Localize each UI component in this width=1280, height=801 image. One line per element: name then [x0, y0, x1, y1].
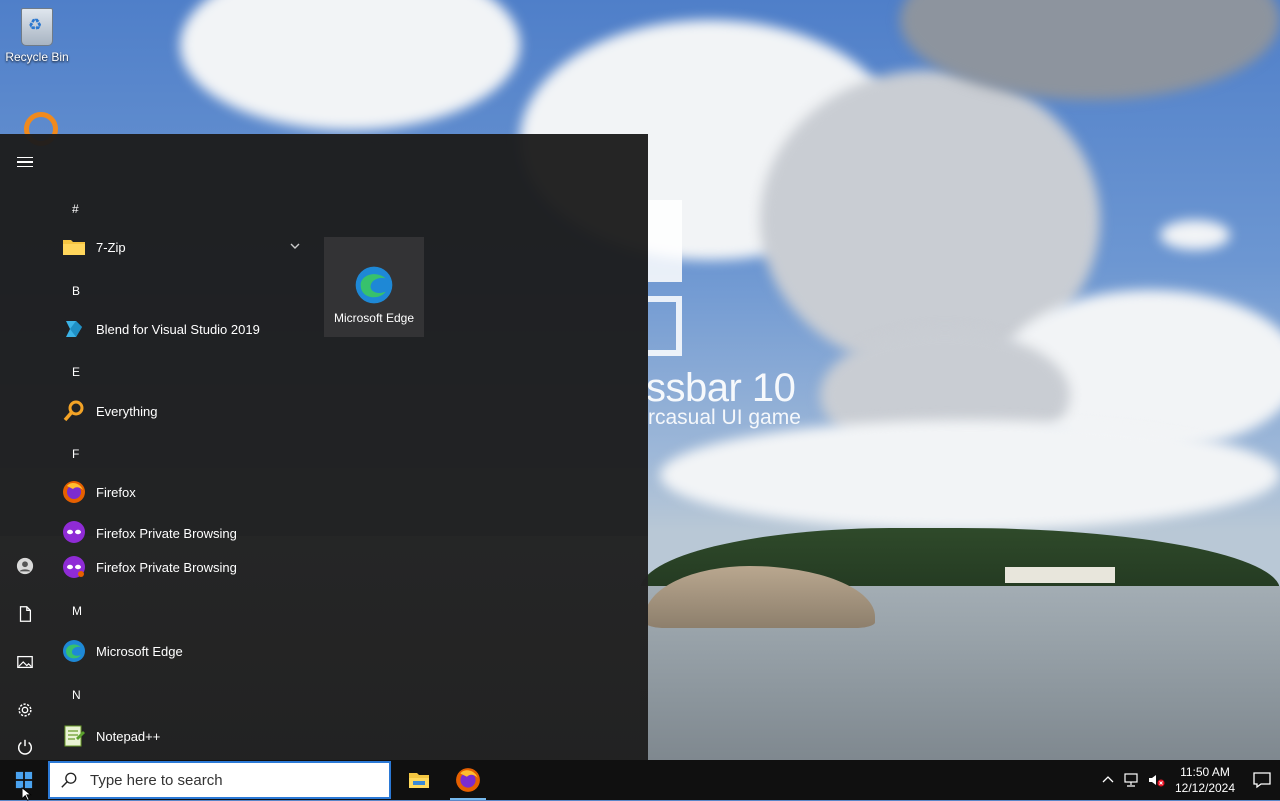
firefox-private-icon [62, 520, 86, 544]
start-menu-rail [0, 134, 50, 760]
taskbar-app-firefox[interactable] [444, 760, 492, 800]
app-item-firefox[interactable]: Firefox [62, 474, 302, 510]
taskbar: 11:50 AM 12/12/2024 [0, 760, 1280, 800]
taskbar-app-file-explorer[interactable] [395, 760, 443, 800]
edge-icon [354, 265, 394, 305]
app-label: Notepad++ [96, 728, 161, 744]
start-app-list: # 7-Zip B Blend for Visual Studio 2019 E… [50, 134, 310, 760]
action-center-icon[interactable] [1244, 760, 1280, 800]
app-label: Firefox [96, 484, 136, 500]
firefox-icon [456, 768, 480, 792]
desktop-icon-label: Recycle Bin [5, 50, 69, 64]
search-icon [61, 772, 77, 788]
tile-label: Microsoft Edge [333, 311, 415, 325]
app-item-firefox-private[interactable]: Firefox Private Browsing [62, 516, 302, 548]
start-menu: # 7-Zip B Blend for Visual Studio 2019 E… [0, 134, 648, 760]
app-item-firefox-private[interactable]: Firefox Private Browsing [62, 549, 302, 585]
firefox-icon [62, 480, 86, 504]
user-icon[interactable] [0, 546, 50, 586]
app-label: Everything [96, 403, 158, 419]
firefox-private-icon [62, 555, 86, 579]
app-label: Blend for Visual Studio 2019 [96, 321, 260, 337]
group-header[interactable]: E [72, 365, 80, 379]
edge-icon [62, 639, 86, 663]
document-icon[interactable] [0, 594, 50, 634]
volume-muted-icon[interactable] [1144, 760, 1168, 800]
taskbar-search-box[interactable] [48, 761, 391, 799]
group-header[interactable]: B [72, 284, 80, 298]
app-item-notepadpp[interactable]: Notepad++ [62, 718, 302, 754]
blend-icon [62, 317, 86, 341]
app-item-7zip[interactable]: 7-Zip [62, 229, 302, 265]
chevron-down-icon[interactable] [288, 239, 302, 253]
recycle-bin-icon [21, 8, 53, 46]
group-header[interactable]: M [72, 604, 82, 618]
app-label: Firefox Private Browsing [96, 559, 237, 575]
magnifier-icon [62, 399, 86, 423]
group-header[interactable]: # [72, 202, 79, 216]
gear-icon[interactable] [0, 690, 50, 730]
group-header[interactable]: F [72, 447, 79, 461]
app-item-blend[interactable]: Blend for Visual Studio 2019 [62, 311, 302, 347]
network-icon[interactable] [1120, 760, 1144, 800]
app-label: Microsoft Edge [96, 643, 183, 659]
group-header[interactable]: N [72, 688, 81, 702]
app-label: 7-Zip [96, 239, 126, 255]
notepadpp-icon [62, 724, 86, 748]
wallpaper-logo [648, 200, 682, 282]
chevron-up-icon[interactable] [1096, 760, 1120, 800]
folder-icon [62, 235, 86, 259]
taskbar-clock[interactable]: 11:50 AM 12/12/2024 [1172, 764, 1238, 796]
system-tray: 11:50 AM 12/12/2024 [1096, 760, 1280, 800]
clock-time: 11:50 AM [1180, 765, 1230, 779]
wallpaper-title: ssbar 10 [646, 366, 796, 410]
mouse-cursor-icon [21, 787, 32, 801]
app-item-edge[interactable]: Microsoft Edge [62, 633, 302, 669]
tile-microsoft-edge[interactable]: Microsoft Edge [324, 237, 424, 337]
power-icon[interactable] [0, 738, 50, 760]
hamburger-icon[interactable] [0, 142, 50, 182]
pictures-icon[interactable] [0, 642, 50, 682]
search-input[interactable] [88, 770, 372, 790]
app-label: Firefox Private Browsing [96, 526, 237, 541]
file-explorer-icon [409, 773, 429, 788]
app-item-everything[interactable]: Everything [62, 393, 302, 429]
clock-date: 12/12/2024 [1174, 781, 1236, 795]
wallpaper-subtitle: rcasual UI game [648, 406, 801, 429]
desktop-icon-recycle-bin[interactable]: Recycle Bin [4, 6, 70, 64]
